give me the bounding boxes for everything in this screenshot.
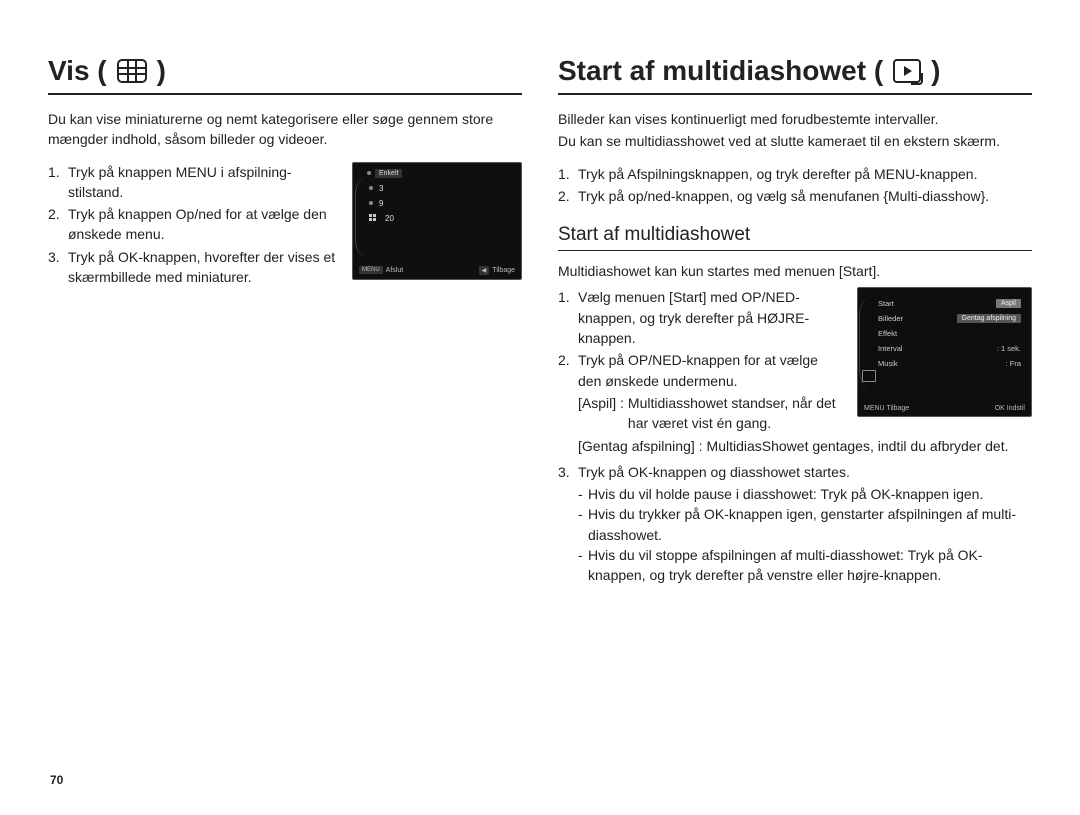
heading-vis: Vis ( ) bbox=[48, 55, 522, 95]
lcd2-footer-right-label: Indstil bbox=[1007, 405, 1025, 412]
lcd-value-9: 9 bbox=[379, 199, 383, 208]
subheading-start: Start af multidiashowet bbox=[558, 224, 1032, 251]
menu-value-gentag: Gentag afspilning bbox=[957, 314, 1021, 323]
heading-vis-close: ) bbox=[157, 55, 166, 87]
vis-intro: Du kan vise miniaturerne og nemt kategor… bbox=[48, 109, 518, 150]
lcd-value-3: 3 bbox=[379, 184, 383, 193]
lcd2-footer-right: OK Indstil bbox=[995, 405, 1025, 412]
lcd-enkelt-label: Enkelt bbox=[375, 169, 402, 178]
slideshow-top-steps: 1. Tryk på Afspilningsknappen, og tryk d… bbox=[558, 164, 1032, 207]
vis-steps-row: 1. Tryk på knappen MENU i afspilning-sti… bbox=[48, 162, 522, 290]
slideshow-side-icon bbox=[862, 370, 876, 382]
lcd-arc-decor bbox=[355, 177, 378, 257]
left-key-icon: ◀ bbox=[479, 266, 490, 275]
vis-step-1: 1. Tryk på knappen MENU i afspilning-sti… bbox=[48, 162, 338, 203]
bullet-3: - Hvis du vil stoppe afspilningen af mul… bbox=[558, 545, 1032, 586]
bullet-1: - Hvis du vil holde pause i diasshowet: … bbox=[558, 484, 1032, 504]
heading-slideshow-text: Start af multidiashowet ( bbox=[558, 55, 883, 87]
lcd-footer-right: ◀ Tilbage bbox=[479, 266, 515, 275]
menu-label-effekt: Effekt bbox=[878, 329, 897, 338]
menu-label-billeder: Billeder bbox=[878, 314, 903, 323]
lcd-row-3: 3 bbox=[359, 184, 515, 193]
lcd-row-20: 20 bbox=[359, 214, 515, 223]
menu-value-aspil: Aspil bbox=[996, 299, 1021, 308]
lcd-footer-left-label: Afslut bbox=[386, 267, 404, 274]
menu-value-musik: : Fra bbox=[1006, 359, 1021, 368]
menu-label-start: Start bbox=[878, 299, 894, 308]
def-aspil: [Aspil] : Multidiasshowet standser, når … bbox=[558, 393, 843, 434]
menu-value-interval: : 1 sek. bbox=[997, 344, 1021, 353]
sub-step-3: 3. Tryk på OK-knappen og diasshowet star… bbox=[558, 462, 1032, 482]
thumbnail-grid-icon bbox=[117, 59, 147, 83]
ok-key-icon: OK bbox=[995, 405, 1005, 412]
manual-page: Vis ( ) Du kan vise miniaturerne og nemt… bbox=[0, 0, 1080, 815]
heading-slideshow: Start af multidiashowet ( ) bbox=[558, 55, 1032, 95]
menu-line-interval: Interval : 1 sek. bbox=[864, 341, 1025, 356]
right-column: Start af multidiashowet ( ) Billeder kan… bbox=[558, 55, 1032, 785]
heading-vis-text: Vis ( bbox=[48, 55, 107, 87]
left-column: Vis ( ) Du kan vise miniaturerne og nemt… bbox=[48, 55, 522, 785]
menu-line-start: Start Aspil bbox=[864, 296, 1025, 311]
menu-line-effekt: Effekt bbox=[864, 326, 1025, 341]
bullet-3-text: Hvis du vil stoppe afspilningen af multi… bbox=[588, 545, 1032, 586]
lcd2-footer-left-label: Tilbage bbox=[886, 405, 909, 412]
menu-key-icon: MENU bbox=[864, 405, 885, 412]
step-3-block: 3. Tryk på OK-knappen og diasshowet star… bbox=[558, 462, 1032, 586]
lcd-footer-right-label: Tilbage bbox=[492, 267, 515, 274]
page-number: 70 bbox=[50, 773, 63, 787]
top-step-1: 1. Tryk på Afspilningsknappen, og tryk d… bbox=[558, 164, 1032, 184]
slideshow-play-icon bbox=[893, 59, 921, 83]
menu-line-billeder: Billeder Gentag afspilning bbox=[864, 311, 1025, 326]
lcd2-footer-left: MENU Tilbage bbox=[864, 405, 909, 412]
bullet-2: - Hvis du trykker på OK-knappen igen, ge… bbox=[558, 504, 1032, 545]
vis-steps: 1. Tryk på knappen MENU i afspilning-sti… bbox=[48, 162, 338, 290]
dot-icon bbox=[367, 171, 371, 175]
vis-step-2: 2. Tryk på knappen Op/ned for at vælge d… bbox=[48, 204, 338, 245]
heading-slideshow-close: ) bbox=[931, 55, 940, 87]
lcd-row-9: 9 bbox=[359, 199, 515, 208]
menu-line-musik: Musik : Fra bbox=[864, 356, 1025, 371]
def-gentag: [Gentag afspilning] : MultidiasShowet ge… bbox=[558, 436, 1032, 456]
lcd-row-enkelt: Enkelt bbox=[359, 169, 515, 178]
sub-intro: Multidiashowet kan kun startes med menue… bbox=[558, 261, 1028, 281]
lcd-slideshow-screenshot: Start Aspil Billeder Gentag afspilning E… bbox=[857, 287, 1032, 417]
slideshow-intro-1: Billeder kan vises kontinuerligt med for… bbox=[558, 109, 1028, 129]
lcd-thumbnail-screenshot: Enkelt 3 9 20 MENU Afslut bbox=[352, 162, 522, 280]
menu-label-interval: Interval bbox=[878, 344, 903, 353]
bullet-1-text: Hvis du vil holde pause i diasshowet: Tr… bbox=[588, 484, 983, 504]
lcd-footer-left: MENU Afslut bbox=[359, 266, 403, 275]
menu-key-icon: MENU bbox=[359, 266, 383, 274]
lcd-footer: MENU Afslut ◀ Tilbage bbox=[359, 266, 515, 275]
lcd2-footer: MENU Tilbage OK Indstil bbox=[864, 405, 1025, 412]
lcd-value-20: 20 bbox=[385, 214, 394, 223]
vis-step-3: 3. Tryk på OK-knappen, hvorefter der vis… bbox=[48, 247, 338, 288]
top-step-2: 2. Tryk på op/ned-knappen, og vælg så me… bbox=[558, 186, 1032, 206]
slideshow-intro-2: Du kan se multidiasshowet ved at slutte … bbox=[558, 131, 1028, 151]
slideshow-sub-steps: 1. Vælg menuen [Start] med OP/NED-knappe… bbox=[558, 287, 843, 433]
slideshow-steps-row: 1. Vælg menuen [Start] med OP/NED-knappe… bbox=[558, 287, 1032, 433]
sub-step-1: 1. Vælg menuen [Start] med OP/NED-knappe… bbox=[558, 287, 843, 348]
menu-label-musik: Musik bbox=[878, 359, 898, 368]
sub-step-2: 2. Tryk på OP/NED-knappen for at vælge d… bbox=[558, 350, 843, 391]
bullet-2-text: Hvis du trykker på OK-knappen igen, gens… bbox=[588, 504, 1032, 545]
